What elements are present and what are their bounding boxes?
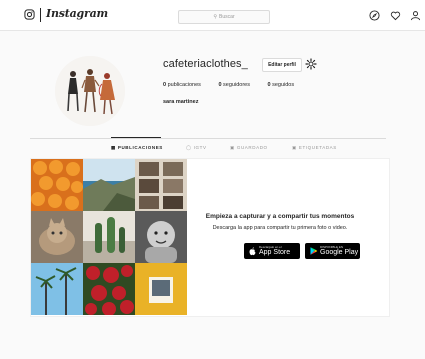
heart-icon[interactable] [390,10,401,21]
person-icon[interactable] [410,10,421,21]
grid-icon: ▦ [111,145,116,150]
app-store-button[interactable]: Descárgalo en el App Store [244,243,300,259]
photo-yellow-polaroid [135,263,187,315]
compass-icon[interactable] [369,10,380,21]
tab-posts[interactable]: ▦ PUBLICACIONES [111,145,163,151]
tabs-divider [30,138,386,139]
gear-icon[interactable] [305,58,317,70]
logo-separator [40,8,41,22]
search-placeholder: Buscar [219,14,235,20]
photo-palms-sky [31,263,83,315]
empty-state-title: Empieza a capturar y a compartir tus mom… [205,213,355,220]
instagram-wordmark[interactable]: Instagram [46,7,108,20]
instagram-glyph-icon[interactable] [24,9,35,20]
tv-icon: ◯ [186,145,192,150]
apple-icon [249,247,256,256]
bookmark-icon: ▣ [230,145,235,150]
tab-igtv[interactable]: ◯ IGTV [186,145,207,151]
app-store-big: App Store [259,249,291,256]
active-tab-indicator [111,137,161,138]
sample-photo-grid [31,159,188,316]
play-store-icon [310,247,318,255]
fashion-illustration [55,56,125,126]
search-icon: ⚲ [213,14,218,20]
profile-username: cafeteriaclothes_ [163,58,248,70]
search-input[interactable]: ⚲ Buscar [178,10,270,24]
google-play-button[interactable]: DISPONIBLE EN Google Play [305,243,360,259]
photo-booth-strip [135,159,187,211]
photo-cat [31,211,83,263]
photo-coast [83,159,135,211]
posts-count[interactable]: 0 publicaciones [163,82,201,88]
photo-red-flowers [83,263,135,315]
empty-state-card [30,158,390,317]
profile-avatar[interactable] [55,56,125,126]
tab-tagged[interactable]: ▣ ETIQUETADAS [292,145,337,151]
following-count[interactable]: 0 seguidos [268,82,295,88]
edit-profile-button[interactable]: Editar perfil [262,58,302,72]
top-nav-bar: Instagram ⚲ Buscar [0,0,425,31]
empty-state-subtitle: Descarga la app para compartir tu primer… [212,225,348,231]
photo-cactus [83,211,135,263]
photo-baby-bw [135,211,187,263]
google-play-big: Google Play [320,249,359,256]
tab-saved[interactable]: ▣ GUARDADO [230,145,268,151]
followers-count[interactable]: 0 seguidores [218,82,250,88]
profile-full-name: sara martinez [163,99,199,105]
photo-oranges [31,159,83,211]
profile-stats: 0 publicaciones 0 seguidores 0 seguidos [163,82,310,88]
tag-icon: ▣ [292,145,297,150]
